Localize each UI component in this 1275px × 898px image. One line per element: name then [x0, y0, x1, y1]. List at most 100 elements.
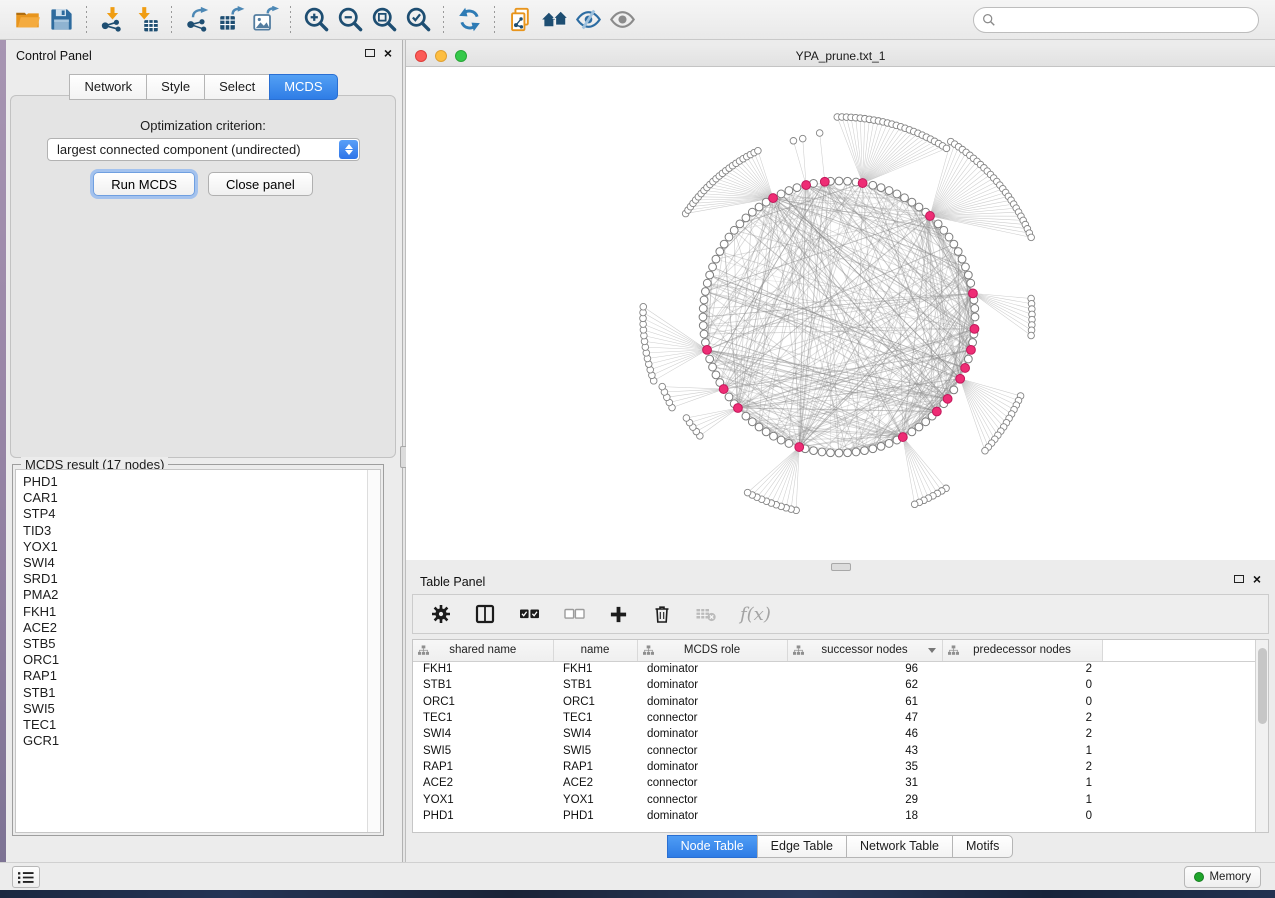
table-panel-tab[interactable]: Node Table [667, 835, 758, 858]
export-network-icon[interactable] [180, 4, 214, 36]
task-history-button[interactable] [12, 866, 40, 888]
table-panel-tab[interactable]: Network Table [846, 835, 953, 858]
table-row[interactable]: RAP1 RAP1 dominator 35 2 [413, 759, 1256, 775]
save-session-icon[interactable] [44, 4, 78, 36]
export-image-icon[interactable] [248, 4, 282, 36]
desktop-wallpaper-bottom [0, 890, 1275, 898]
column-header-mcds-role[interactable]: MCDS role [637, 640, 787, 661]
network-window-title: YPA_prune.txt_1 [406, 49, 1275, 63]
float-table-panel-icon[interactable] [1234, 575, 1244, 583]
optimization-criterion-label: Optimization criterion: [11, 118, 395, 133]
result-node-item[interactable]: PHD1 [23, 474, 380, 490]
run-mcds-button[interactable]: Run MCDS [93, 172, 195, 196]
column-header-successor-nodes[interactable]: successor nodes [787, 640, 942, 661]
memory-label: Memory [1209, 871, 1251, 883]
select-all-icon[interactable] [519, 607, 540, 621]
column-header-shared-name[interactable]: shared name [413, 640, 553, 661]
attribute-type-icon [793, 645, 804, 656]
table-panel-title: Table Panel [420, 575, 485, 589]
network-view-window: YPA_prune.txt_1 [406, 45, 1275, 560]
refresh-icon[interactable] [452, 4, 486, 36]
result-node-item[interactable]: CAR1 [23, 490, 380, 506]
float-panel-icon[interactable] [365, 49, 375, 57]
network-window-titlebar[interactable]: YPA_prune.txt_1 [406, 45, 1275, 67]
deselect-all-icon[interactable] [564, 607, 585, 621]
table-panel-tabs: Node TableEdge TableNetwork TableMotifs [406, 835, 1275, 858]
zoom-in-icon[interactable] [299, 4, 333, 36]
control-panel-tab[interactable]: Style [146, 74, 205, 100]
result-node-item[interactable]: YOX1 [23, 539, 380, 555]
mcds-tab-content: Optimization criterion: largest connecte… [10, 95, 396, 458]
result-node-item[interactable]: PMA2 [23, 587, 380, 603]
table-scrollbar-thumb[interactable] [1258, 648, 1267, 724]
table-row[interactable]: FKH1 FKH1 dominator 96 2 [413, 661, 1256, 677]
search-icon [982, 13, 996, 27]
control-panel-title: Control Panel [16, 49, 92, 63]
open-session-icon[interactable] [10, 4, 44, 36]
delete-rows-icon[interactable] [652, 604, 672, 624]
close-panel-icon[interactable]: × [384, 48, 392, 58]
show-visual-style-icon[interactable] [605, 4, 639, 36]
close-panel-button[interactable]: Close panel [208, 172, 313, 196]
criterion-dropdown[interactable]: largest connected component (undirected) [47, 138, 360, 161]
table-row[interactable]: ORC1 ORC1 dominator 61 0 [413, 694, 1256, 710]
zoom-out-icon[interactable] [333, 4, 367, 36]
zoom-fit-icon[interactable] [367, 4, 401, 36]
column-header-predecessor-nodes[interactable]: predecessor nodes [942, 640, 1102, 661]
result-node-item[interactable]: STP4 [23, 506, 380, 522]
toolbar-separator [171, 6, 172, 34]
result-node-item[interactable]: SWI5 [23, 701, 380, 717]
result-node-item[interactable]: STB5 [23, 636, 380, 652]
clone-network-icon[interactable] [503, 4, 537, 36]
control-panel-tab[interactable]: MCDS [269, 74, 337, 100]
table-panel-tab[interactable]: Edge Table [757, 835, 847, 858]
control-panel-tab[interactable]: Select [204, 74, 270, 100]
result-node-item[interactable]: STB1 [23, 685, 380, 701]
add-row-icon[interactable] [609, 605, 628, 624]
horizontal-splitter-handle[interactable] [831, 563, 851, 571]
table-row[interactable]: PHD1 PHD1 dominator 18 0 [413, 808, 1256, 824]
result-node-item[interactable]: RAP1 [23, 668, 380, 684]
close-table-panel-icon[interactable]: × [1253, 574, 1261, 584]
table-row[interactable]: SWI4 SWI4 dominator 46 2 [413, 726, 1256, 742]
result-node-item[interactable]: ORC1 [23, 652, 380, 668]
memory-button[interactable]: Memory [1184, 866, 1261, 888]
search-box[interactable] [973, 7, 1259, 33]
network-overview-icon[interactable] [537, 4, 571, 36]
result-node-item[interactable]: GCR1 [23, 733, 380, 749]
function-builder-icon[interactable]: f(x) [740, 604, 771, 625]
control-panel-tab[interactable]: Network [69, 74, 147, 100]
network-graph-canvas[interactable] [406, 67, 1275, 560]
search-input[interactable] [996, 10, 1258, 30]
result-node-item[interactable]: SRD1 [23, 571, 380, 587]
result-node-item[interactable]: FKH1 [23, 604, 380, 620]
import-network-icon[interactable] [95, 4, 129, 36]
mcds-result-list: PHD1CAR1STP4TID3YOX1SWI4SRD1PMA2FKH1ACE2… [16, 470, 380, 749]
table-row[interactable]: STB1 STB1 dominator 62 0 [413, 677, 1256, 693]
status-bar: Memory [0, 862, 1275, 890]
column-header-filler [1102, 640, 1256, 661]
result-node-item[interactable]: SWI4 [23, 555, 380, 571]
table-row[interactable]: ACE2 ACE2 connector 31 1 [413, 775, 1256, 791]
result-node-item[interactable]: ACE2 [23, 620, 380, 636]
result-node-item[interactable]: TEC1 [23, 717, 380, 733]
table-panel-tab[interactable]: Motifs [952, 835, 1013, 858]
result-list-scrollbar[interactable] [367, 470, 380, 832]
show-columns-icon[interactable] [475, 604, 495, 624]
table-row[interactable]: TEC1 TEC1 connector 47 2 [413, 710, 1256, 726]
column-header-name[interactable]: name [553, 640, 637, 661]
node-table-container: shared name name MCDS role successor nod… [412, 639, 1269, 833]
zoom-selected-icon[interactable] [401, 4, 435, 36]
toolbar-separator [494, 6, 495, 34]
result-node-item[interactable]: TID3 [23, 523, 380, 539]
import-table-icon[interactable] [129, 4, 163, 36]
attribute-type-icon [418, 645, 429, 656]
hide-visual-style-icon[interactable] [571, 4, 605, 36]
delete-column-icon[interactable] [696, 606, 716, 622]
settings-gear-icon[interactable] [431, 604, 451, 624]
node-table: shared name name MCDS role successor nod… [413, 640, 1256, 824]
table-row[interactable]: YOX1 YOX1 connector 29 1 [413, 791, 1256, 807]
table-row[interactable]: SWI5 SWI5 connector 43 1 [413, 742, 1256, 758]
table-scrollbar[interactable] [1255, 640, 1268, 832]
export-table-icon[interactable] [214, 4, 248, 36]
